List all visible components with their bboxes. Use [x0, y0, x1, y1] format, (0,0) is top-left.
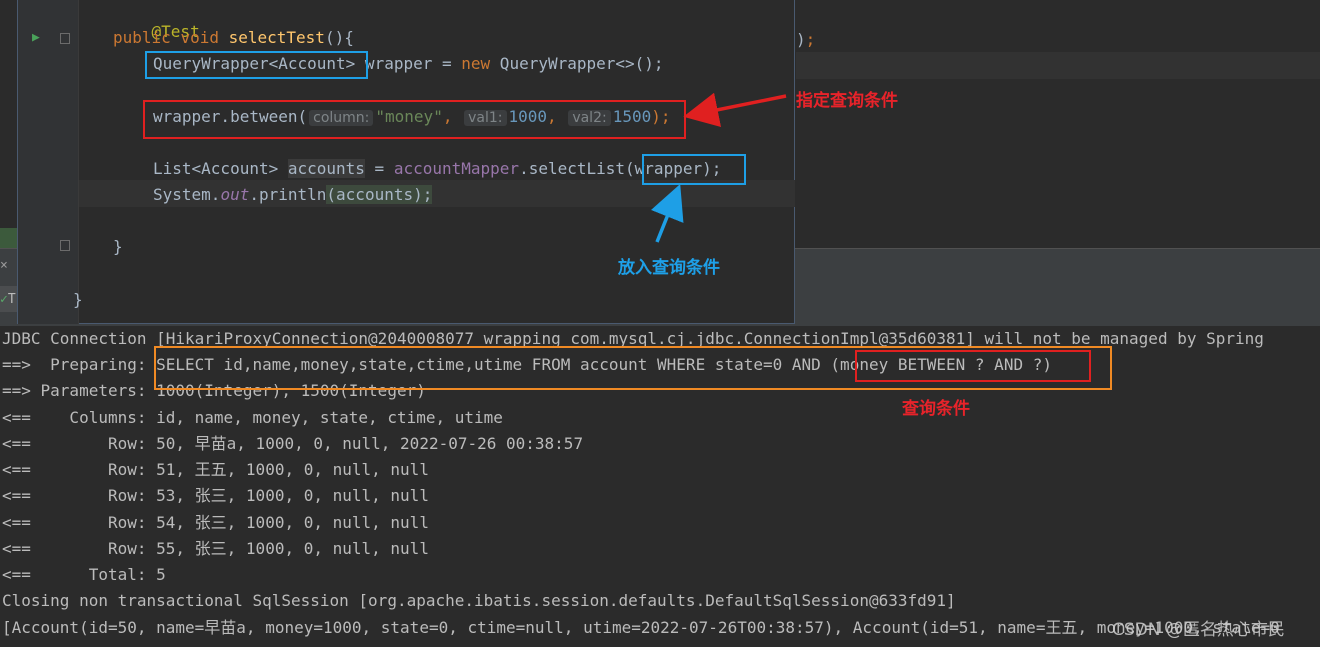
note-put-condition: 放入查询条件	[618, 258, 720, 278]
console-line: <== Row: 53, 张三, 1000, 0, null, null	[2, 486, 429, 505]
console-line: [Account(id=50, name=早苗a, money=1000, st…	[2, 618, 1280, 637]
gutter-divider	[78, 0, 79, 324]
code-line-println: System.out.println(accounts);	[153, 185, 433, 204]
console-line: <== Row: 54, 张三, 1000, 0, null, null	[2, 513, 429, 532]
current-line-highlight	[796, 52, 1320, 79]
console-line: <== Row: 50, 早苗a, 1000, 0, null, 2022-07…	[2, 434, 584, 453]
console-line: Closing non transactional SqlSession [or…	[2, 591, 956, 610]
between-highlight-box	[143, 100, 686, 139]
fold-icon[interactable]	[60, 240, 70, 251]
console-line: <== Columns: id, name, money, state, cti…	[2, 408, 503, 427]
code-fragment: );	[796, 30, 816, 49]
close-icon[interactable]: ×	[0, 258, 8, 273]
fold-icon[interactable]	[60, 33, 70, 44]
code-line-close-method: }	[113, 237, 123, 256]
test-tree-item[interactable]: ✓T	[0, 292, 16, 307]
console-line: <== Row: 51, 王五, 1000, 0, null, null	[2, 460, 429, 479]
note-query-condition: 查询条件	[902, 399, 970, 419]
between-clause-highlight-box	[855, 350, 1091, 382]
gutter	[18, 0, 78, 324]
wrapper-arg-highlight-box	[642, 154, 746, 185]
gutter-marker	[0, 228, 18, 248]
watermark: CSDN @匿名热心市民	[1112, 620, 1285, 640]
note-specify-condition: 指定查询条件	[796, 91, 898, 111]
code-line-select-list: List<Account> accounts = accountMapper.s…	[153, 159, 722, 178]
code-line-method-signature: public void selectTest(){	[113, 28, 354, 47]
code-line-close-class: }	[73, 290, 83, 309]
check-icon: ✓	[0, 292, 8, 307]
querywrapper-highlight-box	[145, 51, 368, 79]
console-line: <== Total: 5	[2, 565, 166, 584]
console-line: <== Row: 55, 张三, 1000, 0, null, null	[2, 539, 429, 558]
run-test-icon[interactable]: ▶	[32, 30, 40, 45]
